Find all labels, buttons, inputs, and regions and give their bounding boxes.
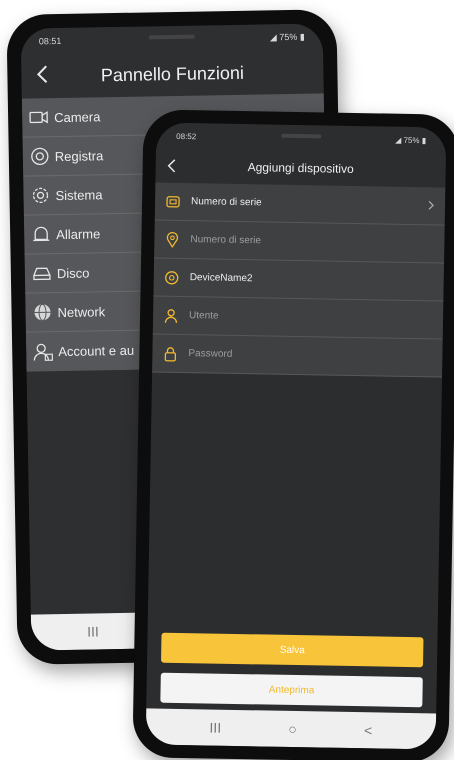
bell-icon bbox=[33, 226, 50, 242]
front-phone: 08:52 ◢ 75% ▮ Aggiungi dispositivo Numer… bbox=[132, 109, 454, 760]
battery-icon: ▮ bbox=[299, 31, 305, 42]
nav-back-button[interactable]: < bbox=[364, 722, 372, 738]
device-icon bbox=[165, 270, 179, 284]
serial-icon bbox=[166, 195, 180, 208]
status-battery: ◢ 75% ▮ bbox=[269, 31, 305, 42]
page-title: Pannello Funzioni bbox=[100, 62, 245, 85]
record-icon bbox=[31, 147, 49, 166]
status-battery: ◢ 75% ▮ bbox=[395, 135, 427, 145]
recent-apps-button[interactable]: III bbox=[87, 623, 99, 639]
serial-number-selector[interactable]: Numero di serie bbox=[154, 182, 446, 226]
system-nav-bar: III ○ < bbox=[145, 708, 437, 750]
back-arrow-icon[interactable] bbox=[164, 157, 182, 175]
add-device-form: Numero di serie Numero di serie DeviceNa… bbox=[152, 182, 446, 378]
location-pin-icon bbox=[166, 231, 179, 248]
back-arrow-icon[interactable] bbox=[31, 62, 55, 86]
save-button[interactable]: Salva bbox=[161, 632, 424, 668]
notch bbox=[148, 34, 195, 40]
notch bbox=[281, 133, 322, 139]
battery-icon: ▮ bbox=[421, 135, 427, 145]
recent-apps-button[interactable]: III bbox=[209, 720, 221, 736]
device-name-field[interactable]: DeviceName2 bbox=[153, 258, 445, 302]
camera-icon bbox=[29, 111, 48, 124]
signal-icon: ◢ bbox=[269, 31, 277, 42]
account-icon bbox=[33, 343, 53, 361]
preview-button[interactable]: Anteprima bbox=[160, 672, 423, 708]
password-field[interactable]: Password bbox=[152, 334, 443, 378]
disk-icon bbox=[33, 267, 51, 281]
serial-number-field[interactable]: Numero di serie bbox=[154, 220, 445, 264]
user-icon bbox=[164, 308, 178, 323]
status-time: 08:51 bbox=[38, 35, 62, 47]
title-bar: Aggiungi dispositivo bbox=[155, 149, 446, 188]
title-bar: Pannello Funzioni bbox=[21, 49, 324, 98]
globe-icon bbox=[34, 303, 51, 321]
gear-icon bbox=[32, 187, 49, 204]
status-time: 08:52 bbox=[176, 131, 197, 141]
home-button[interactable]: ○ bbox=[288, 721, 297, 737]
user-field[interactable]: Utente bbox=[152, 296, 444, 340]
chevron-right-icon bbox=[428, 200, 434, 210]
page-title: Aggiungi dispositivo bbox=[247, 160, 354, 176]
signal-icon: ◢ bbox=[395, 135, 402, 145]
front-phone-screen: 08:52 ◢ 75% ▮ Aggiungi dispositivo Numer… bbox=[145, 122, 447, 750]
lock-icon bbox=[164, 346, 177, 362]
